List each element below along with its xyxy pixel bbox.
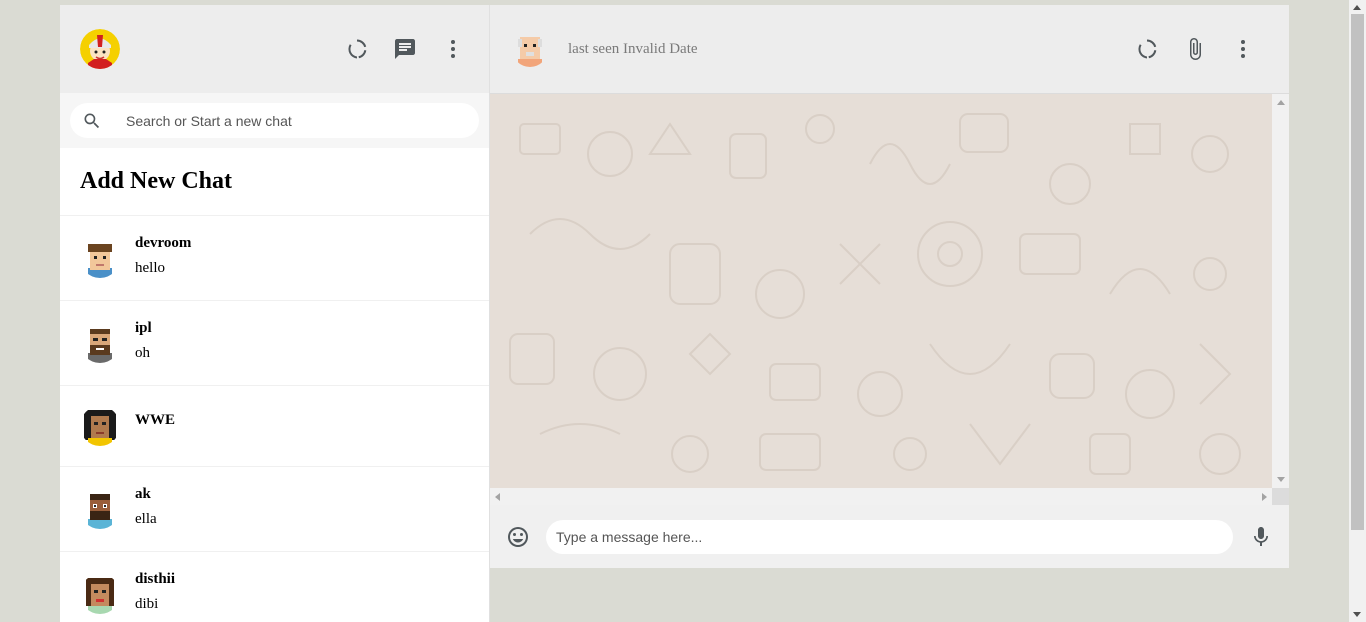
page-scrollbar[interactable] (1349, 0, 1366, 622)
chat-item-devroom[interactable]: devroom hello (60, 216, 489, 301)
scroll-right-arrow-icon[interactable] (1262, 493, 1267, 501)
chat-item-ak[interactable]: ak ella (60, 467, 489, 552)
doodle-pattern (509, 113, 1241, 475)
avatar (80, 574, 120, 614)
chat-info: devroom hello (135, 235, 191, 277)
search-icon (84, 113, 100, 128)
mic-icon[interactable] (1245, 521, 1277, 553)
chat-info: ipl oh (135, 320, 152, 362)
more-vert-icon[interactable] (437, 33, 469, 65)
chat-body (490, 94, 1289, 505)
chat-list: devroom hello ipl oh WWE ak ella disthii… (60, 216, 489, 622)
page-scroll-up-arrow-icon[interactable] (1353, 5, 1361, 10)
message-input[interactable] (546, 519, 1233, 554)
scroll-up-arrow-icon[interactable] (1277, 100, 1285, 105)
sidebar: Add New Chat devroom (60, 5, 490, 622)
chat-name: ipl (135, 320, 152, 336)
search-container (60, 93, 489, 148)
attach-icon[interactable] (1179, 33, 1211, 65)
chat-panel: last seen Invalid Date (490, 5, 1289, 568)
avatar (80, 406, 120, 446)
chat-name: devroom (135, 235, 192, 251)
chat-vertical-scrollbar[interactable] (1272, 94, 1289, 488)
chat-item-ipl[interactable]: ipl oh (60, 301, 489, 386)
avatar (80, 238, 120, 278)
chat-horizontal-scrollbar[interactable] (490, 488, 1272, 505)
sidebar-header-icons (341, 33, 469, 65)
avatar (80, 489, 120, 529)
more-vert-icon[interactable] (1227, 33, 1259, 65)
last-seen-status: last seen Invalid Date (568, 40, 698, 57)
chat-last-message: ella (135, 511, 157, 527)
chat-footer (490, 505, 1289, 568)
user-avatar[interactable] (80, 29, 120, 69)
chat-name: WWE (135, 411, 176, 428)
status-icon[interactable] (341, 33, 373, 65)
chat-item-disthii[interactable]: disthii dibi (60, 552, 489, 622)
page-scroll-down-arrow-icon[interactable] (1353, 612, 1361, 617)
add-new-chat-label: Add New Chat (80, 168, 233, 194)
add-new-chat[interactable]: Add New Chat (60, 148, 489, 216)
chat-info: WWE (135, 412, 175, 437)
chat-last-message: hello (135, 260, 165, 276)
chat-last-message: dibi (135, 596, 159, 612)
contact-avatar[interactable] (512, 31, 548, 67)
avatar (80, 323, 120, 363)
chat-icon[interactable] (389, 33, 421, 65)
chat-info: ak ella (135, 486, 157, 528)
chat-item-wwe[interactable]: WWE (60, 386, 489, 467)
scrollbar-corner (1272, 488, 1289, 505)
sidebar-header (60, 5, 489, 93)
emoji-icon[interactable] (502, 521, 534, 553)
search-box (70, 103, 479, 138)
chat-header-icons (1131, 33, 1259, 65)
search-icon[interactable] (1131, 33, 1163, 65)
chat-name: ak (135, 486, 151, 502)
search-input[interactable] (126, 112, 426, 129)
chat-name: disthii (135, 571, 176, 587)
chat-header: last seen Invalid Date (490, 5, 1289, 94)
chat-last-message: oh (135, 345, 150, 361)
chat-background-pattern (490, 94, 1272, 488)
whatsapp-clone-app: Add New Chat devroom (60, 5, 1289, 622)
scroll-left-arrow-icon[interactable] (495, 493, 500, 501)
scroll-down-arrow-icon[interactable] (1277, 477, 1285, 482)
message-form (546, 519, 1233, 554)
chat-info: disthii dibi (135, 571, 175, 613)
page-scrollbar-thumb[interactable] (1351, 14, 1364, 530)
